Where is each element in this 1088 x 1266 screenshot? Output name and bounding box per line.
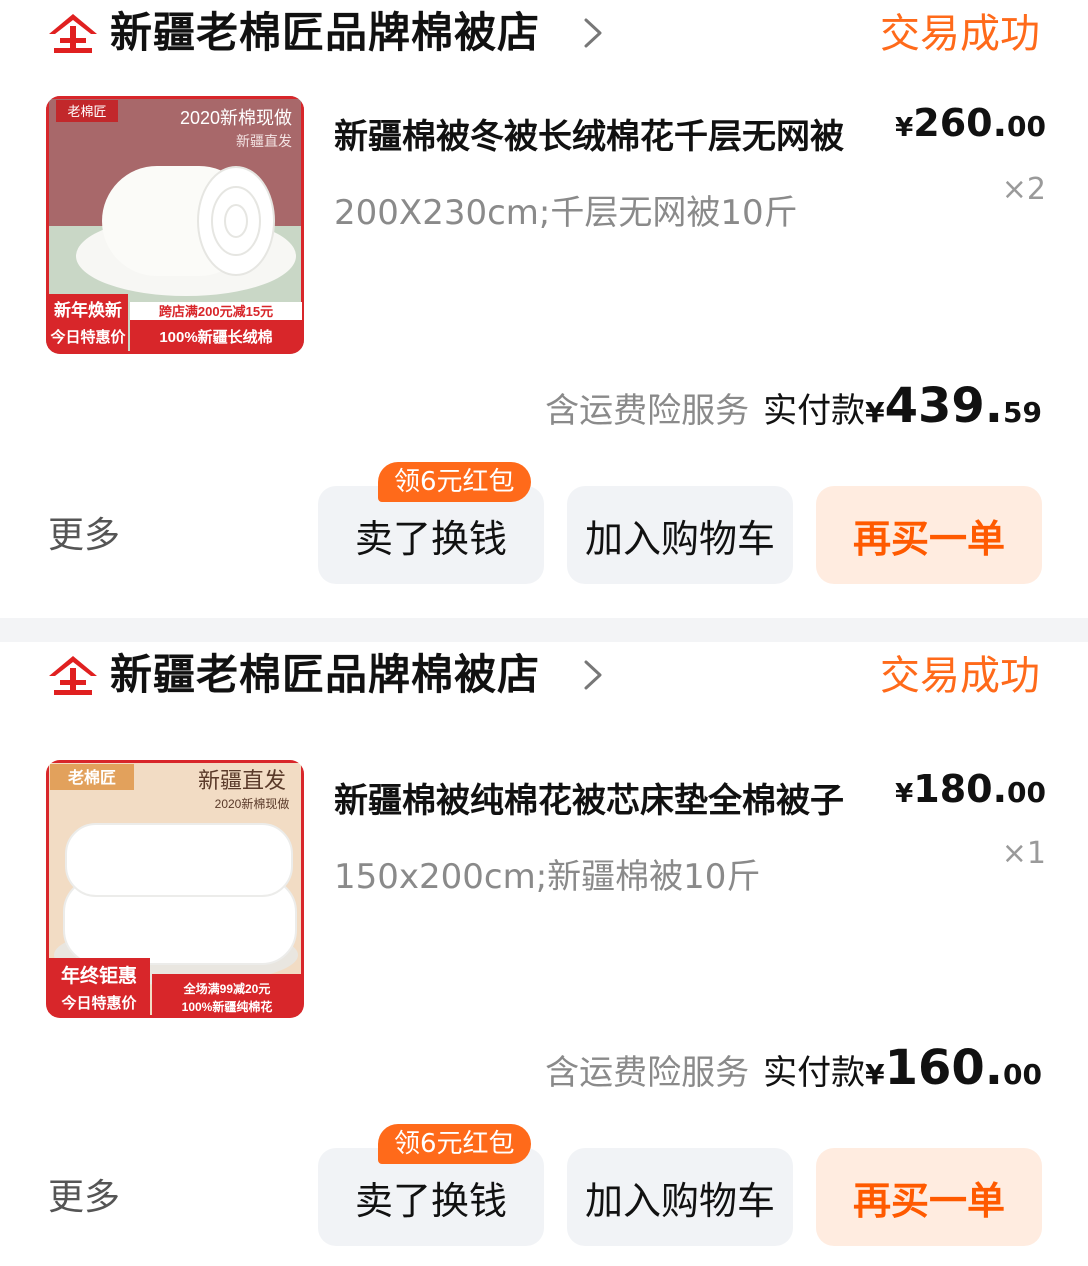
store-brand-icon	[49, 14, 97, 53]
paid-currency: ¥	[865, 396, 885, 429]
shipping-insurance-note: 含运费险服务	[545, 1053, 750, 1093]
product-spec: 200X230cm;千层无网被10斤	[334, 193, 798, 233]
product-thumbnail[interactable]: 老棉匠 新疆直发 2020新棉现做 年终钜惠 今日特惠价 全场满99减20元 1…	[46, 760, 304, 1018]
product-title[interactable]: 新疆棉被冬被长绒棉花千层无网被	[334, 114, 874, 160]
price-decimal: 00	[1007, 776, 1046, 809]
unit-price: ¥260.00	[895, 100, 1046, 154]
shop-header[interactable]: 新疆老棉匠品牌棉被店 交易成功	[0, 642, 1088, 708]
chevron-right-icon[interactable]	[580, 658, 606, 692]
product-thumbnail[interactable]: 老棉匠 2020新棉现做 新疆直发 新年焕新 今日特惠价 跨店满200元减15元…	[46, 96, 304, 354]
more-button[interactable]: 更多	[48, 1174, 120, 1222]
thumb-promo-coupon: 跨店满200元减15元	[159, 304, 273, 319]
thumb-promo-label: 今日特惠价	[49, 328, 126, 346]
quantity: ×2	[1001, 172, 1046, 207]
chevron-right-icon[interactable]	[580, 16, 606, 50]
order-card: 新疆老棉匠品牌棉被店 交易成功 老棉匠 2020新棉现做 新疆直发 新年焕新 今…	[0, 0, 1088, 618]
price-integer: 180.	[913, 767, 1008, 811]
shop-name[interactable]: 新疆老棉匠品牌棉被店	[110, 648, 540, 702]
shop-header[interactable]: 新疆老棉匠品牌棉被店 交易成功	[0, 0, 1088, 66]
paid-integer: 439.	[884, 378, 1004, 434]
paid-decimal: 00	[1003, 1058, 1042, 1091]
currency-symbol: ¥	[895, 113, 914, 143]
thumb-promo-coupon: 全场满99减20元	[183, 981, 271, 996]
product-image: 老棉匠 2020新棉现做 新疆直发 新年焕新 今日特惠价 跨店满200元减15元…	[46, 96, 304, 354]
thumb-brand: 老棉匠	[67, 104, 106, 119]
product-image: 老棉匠 新疆直发 2020新棉现做 年终钜惠 今日特惠价 全场满99减20元 1…	[46, 760, 304, 1018]
order-status: 交易成功	[880, 11, 1040, 57]
paid-decimal: 59	[1003, 396, 1042, 429]
payment-summary: 含运费险服务 实付款¥439.59	[545, 378, 1042, 445]
paid-integer: 160.	[884, 1040, 1004, 1096]
thumb-headline: 2020新棉现做	[180, 108, 292, 128]
product-title[interactable]: 新疆棉被纯棉花被芯床垫全棉被子	[334, 778, 904, 824]
price-integer: 260.	[913, 101, 1008, 145]
red-packet-badge[interactable]: 领6元红包	[378, 1124, 531, 1164]
order-status: 交易成功	[880, 653, 1040, 699]
currency-symbol: ¥	[895, 779, 914, 809]
buy-again-button[interactable]: 再买一单	[816, 486, 1042, 584]
more-button[interactable]: 更多	[48, 512, 120, 560]
payment-summary: 含运费险服务 实付款¥160.00	[545, 1040, 1042, 1107]
thumb-headline: 新疆直发	[198, 768, 286, 793]
add-to-cart-button[interactable]: 加入购物车	[567, 1148, 793, 1246]
add-to-cart-button[interactable]: 加入购物车	[567, 486, 793, 584]
store-brand-icon	[49, 656, 97, 695]
thumb-subline: 2020新棉现做	[215, 796, 290, 811]
shipping-insurance-note: 含运费险服务	[545, 391, 750, 431]
thumb-promo-label: 新年焕新	[54, 300, 122, 320]
paid-label: 实付款	[763, 1053, 866, 1093]
paid-currency: ¥	[865, 1058, 885, 1091]
thumb-promo-feature: 100%新疆纯棉花	[182, 999, 273, 1014]
red-packet-badge[interactable]: 领6元红包	[378, 462, 531, 502]
quantity: ×1	[1001, 836, 1046, 871]
buy-again-button[interactable]: 再买一单	[816, 1148, 1042, 1246]
thumb-promo-label: 今日特惠价	[60, 994, 137, 1012]
price-decimal: 00	[1007, 110, 1046, 143]
unit-price: ¥180.00	[895, 766, 1046, 820]
thumb-promo-label: 年终钜惠	[61, 964, 137, 987]
product-spec: 150x200cm;新疆棉被10斤	[334, 857, 761, 897]
thumb-subline: 新疆直发	[236, 133, 292, 149]
shop-name[interactable]: 新疆老棉匠品牌棉被店	[110, 6, 540, 60]
thumb-promo-feature: 100%新疆长绒棉	[159, 328, 272, 346]
order-card: 新疆老棉匠品牌棉被店 交易成功 老棉匠 新疆直发 2020新棉现做 年终钜惠 今…	[0, 642, 1088, 1266]
thumb-brand: 老棉匠	[67, 768, 116, 787]
paid-label: 实付款	[763, 391, 866, 431]
